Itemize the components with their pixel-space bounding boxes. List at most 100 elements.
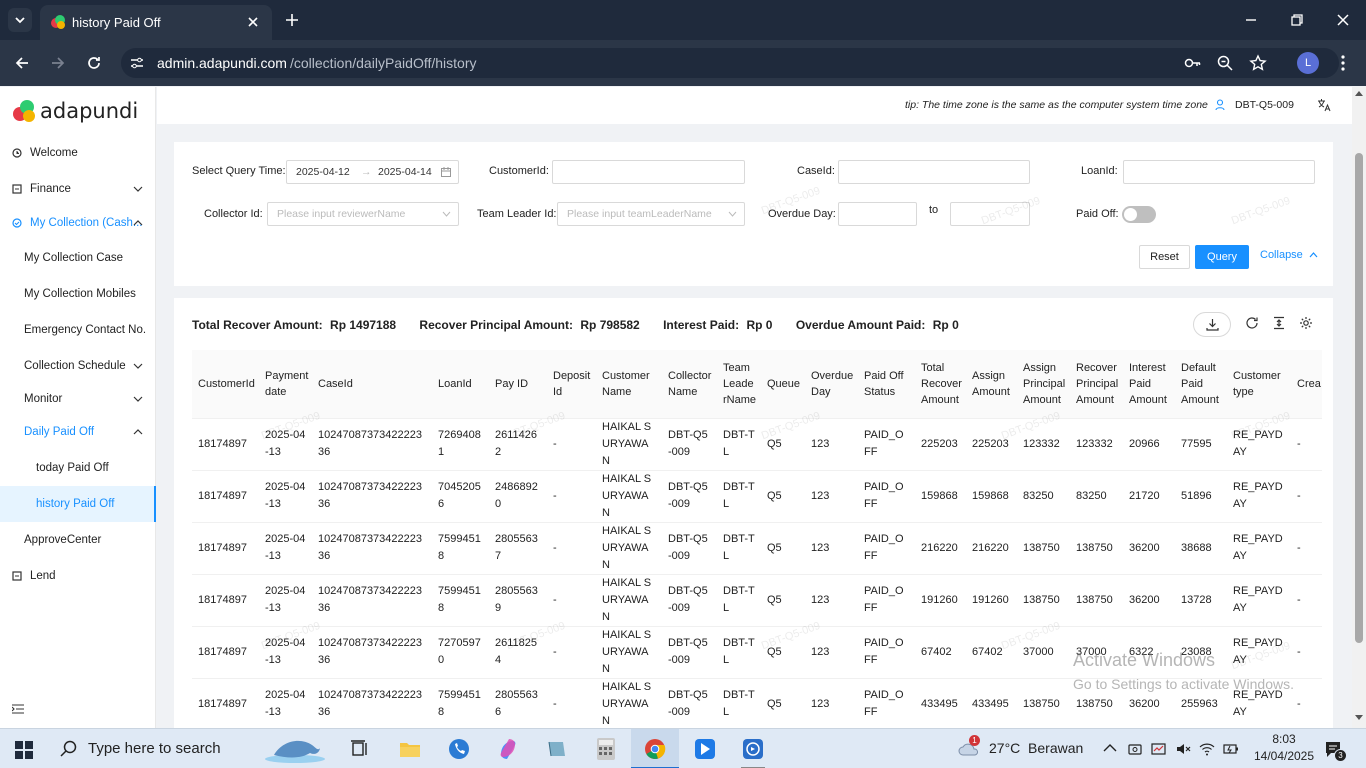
table-row[interactable]: 18174897 2025-04-13 1024708737342222336 704… <box>192 470 1322 523</box>
table-row[interactable]: 18174897 2025-04-13 1024708737342222336 759… <box>192 522 1322 575</box>
download-button[interactable] <box>1193 312 1231 337</box>
battery-icon[interactable] <box>1223 741 1239 757</box>
new-tab-icon[interactable] <box>284 12 300 28</box>
sidebar-item-finance[interactable]: Finance <box>0 171 156 207</box>
taskbar-search-box[interactable]: Type here to search <box>48 729 338 768</box>
table-cell: 2025-04-13 <box>259 470 312 523</box>
sidebar-item-my-collection-case[interactable]: My Collection Case <box>0 240 156 276</box>
sidebar-item-approve-center[interactable]: ApproveCenter <box>0 522 156 558</box>
lend-icon <box>12 571 22 581</box>
close-tab-icon[interactable] <box>246 15 260 29</box>
table-cell: 1024708737342222336 <box>312 626 432 679</box>
clock-date[interactable]: 14/04/2025 <box>1250 749 1318 763</box>
table-row[interactable]: 18174897 2025-04-13 1024708737342222336 726… <box>192 418 1322 471</box>
phone-app-icon[interactable] <box>448 738 470 760</box>
reset-button[interactable]: Reset <box>1139 245 1190 269</box>
table-cell: - <box>547 626 596 679</box>
reload-icon[interactable] <box>85 54 103 72</box>
wifi-icon[interactable] <box>1199 741 1215 757</box>
table-cell: 2025-04-13 <box>259 626 312 679</box>
paid-off-toggle[interactable] <box>1122 206 1156 223</box>
file-explorer-icon[interactable] <box>399 739 421 759</box>
team-leader-select[interactable]: Please input teamLeaderName <box>557 202 745 226</box>
table-cell: HAIKAL SURYAWAN <box>596 626 662 679</box>
scroll-up-icon[interactable] <box>1355 90 1363 96</box>
collapse-menu-icon[interactable] <box>12 704 24 714</box>
table-cell: HAIKAL SURYAWAN <box>596 470 662 523</box>
weather-badge: 1 <box>969 735 980 746</box>
query-button[interactable]: Query <box>1195 245 1249 269</box>
range-arrow-icon: → <box>361 166 372 178</box>
table-cell: 26118254 <box>489 626 547 679</box>
app-icon[interactable] <box>546 739 568 759</box>
task-view-icon[interactable] <box>350 740 370 758</box>
browser-tab[interactable]: history Paid Off <box>40 5 272 40</box>
overdue-day-from-input[interactable] <box>838 202 917 226</box>
table-cell: Q5 <box>761 470 805 523</box>
chrome-taskbar-button[interactable] <box>631 729 679 768</box>
url-bar[interactable]: admin.adapundi.com /collection/dailyPaid… <box>121 48 1339 78</box>
density-icon[interactable] <box>1272 316 1286 330</box>
table-cell: 159868 <box>915 470 966 523</box>
chevron-up-icon <box>133 429 143 435</box>
language-icon[interactable] <box>1317 98 1331 112</box>
clock-time[interactable]: 8:03 <box>1264 732 1304 746</box>
table-cell: 75994518 <box>432 522 489 575</box>
table-cell: - <box>1291 418 1322 471</box>
refresh-icon[interactable] <box>1245 316 1259 330</box>
remote-app-icon[interactable] <box>742 738 764 760</box>
column-settings-icon[interactable] <box>1299 316 1313 330</box>
overdue-day-to-input[interactable] <box>950 202 1030 226</box>
meet-icon[interactable] <box>1127 741 1143 757</box>
windows-start-icon[interactable] <box>15 741 33 759</box>
sidebar-item-history-paid-off[interactable]: history Paid Off <box>0 486 156 522</box>
app-arrow-icon[interactable] <box>694 738 716 760</box>
chevron-down-icon <box>728 211 737 217</box>
tab-search-button[interactable] <box>8 8 32 32</box>
sidebar-item-my-collection-mobiles[interactable]: My Collection Mobiles <box>0 276 156 312</box>
calculator-icon[interactable] <box>596 737 616 761</box>
collapse-link[interactable]: Collapse <box>1260 249 1318 261</box>
table-row[interactable]: 18174897 2025-04-13 1024708737342222336 759… <box>192 574 1322 627</box>
collector-select[interactable]: Please input reviewerName <box>267 202 459 226</box>
back-icon[interactable] <box>13 54 31 72</box>
sidebar-item-monitor[interactable]: Monitor <box>0 381 156 417</box>
table-cell: 28055639 <box>489 574 547 627</box>
current-user[interactable]: DBT-Q5-009 <box>1235 99 1294 111</box>
show-hidden-icons-icon[interactable] <box>1103 743 1117 753</box>
scrollbar-thumb[interactable] <box>1355 153 1363 643</box>
dolphin-icon <box>265 740 325 763</box>
sidebar-item-welcome[interactable]: Welcome <box>0 135 156 171</box>
copilot-icon[interactable] <box>497 738 519 760</box>
minimize-icon[interactable] <box>1243 12 1259 28</box>
task-manager-icon[interactable] <box>1151 741 1167 757</box>
sidebar-item-my-collection[interactable]: My Collection (Cash... <box>0 205 156 241</box>
forward-icon[interactable] <box>49 54 67 72</box>
sidebar-item-emergency-contact[interactable]: Emergency Contact No. <box>0 312 156 348</box>
browser-menu-icon[interactable] <box>1335 54 1351 72</box>
restore-icon[interactable] <box>1289 12 1305 28</box>
sidebar-item-collection-schedule[interactable]: Collection Schedule <box>0 348 156 384</box>
profile-avatar[interactable]: L <box>1297 52 1319 74</box>
close-window-icon[interactable] <box>1335 12 1351 28</box>
table-cell: 67402 <box>966 626 1017 679</box>
bookmark-star-icon[interactable] <box>1249 54 1267 72</box>
sidebar-item-daily-paid-off[interactable]: Daily Paid Off <box>0 414 156 450</box>
sidebar-item-today-paid-off[interactable]: today Paid Off <box>0 450 156 486</box>
table-cell: 18174897 <box>192 418 259 471</box>
password-key-icon[interactable] <box>1184 54 1202 72</box>
date-range-picker[interactable]: 2025-04-12 → 2025-04-14 <box>286 160 459 184</box>
loan-id-input[interactable] <box>1123 160 1315 184</box>
case-id-input[interactable] <box>838 160 1030 184</box>
volume-muted-icon[interactable] <box>1175 741 1191 757</box>
table-cell: Q5 <box>761 522 805 575</box>
column-header: Queue <box>761 350 805 419</box>
sidebar: adapundi Welcome Finance My Collection (… <box>0 87 156 728</box>
sidebar-item-lend[interactable]: Lend <box>0 558 156 594</box>
scroll-down-icon[interactable] <box>1355 715 1363 721</box>
zoom-icon[interactable] <box>1216 54 1234 72</box>
customer-id-input[interactable] <box>552 160 745 184</box>
table-cell: DBT-Q5-009 <box>662 626 717 679</box>
page-scrollbar[interactable] <box>1352 87 1366 728</box>
site-settings-icon[interactable] <box>129 55 145 71</box>
